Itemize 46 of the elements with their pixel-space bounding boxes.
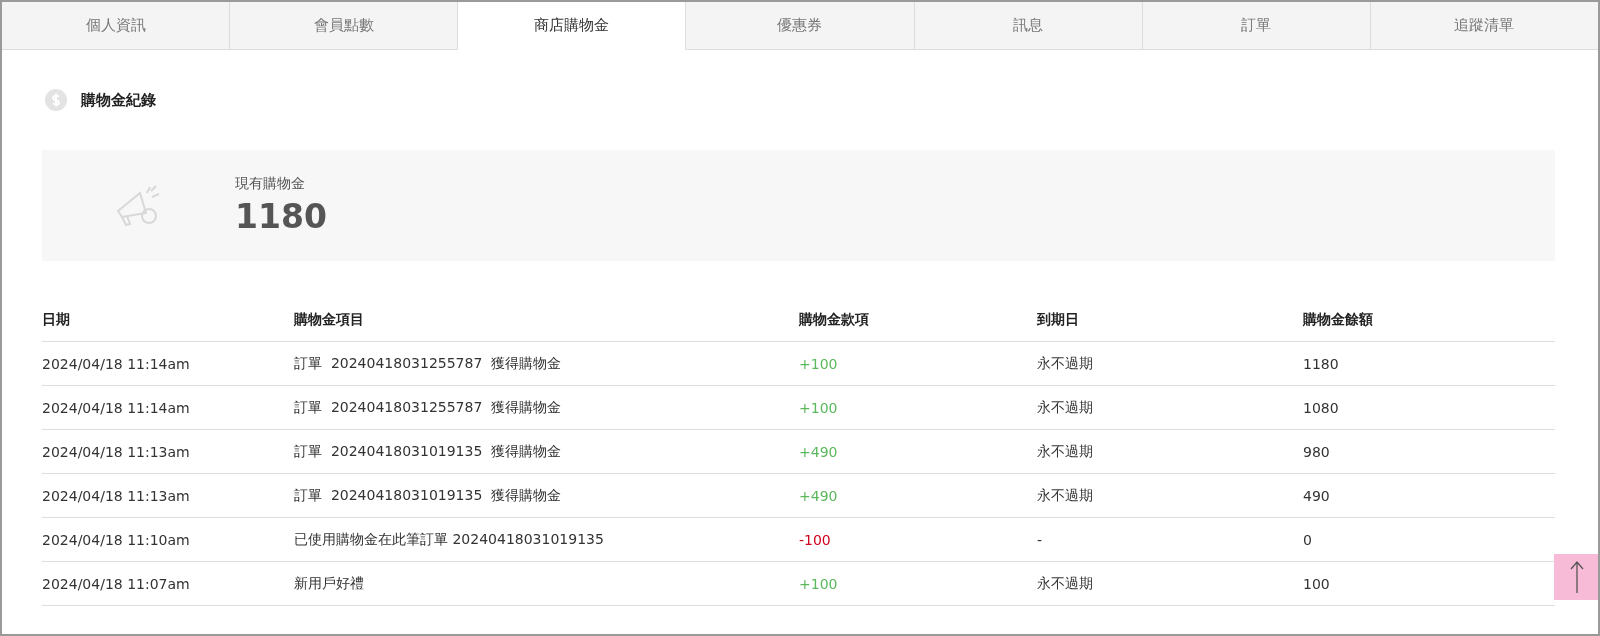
back-to-top-button[interactable] <box>1554 554 1598 600</box>
column-header: 購物金款項 <box>799 299 1037 342</box>
amount-cell: -100 <box>799 517 1037 562</box>
expiry-cell: - <box>1037 517 1303 562</box>
balance-cell: 490 <box>1303 473 1555 518</box>
expiry-cell: 永不過期 <box>1037 473 1303 518</box>
balance-cell: 0 <box>1303 517 1555 562</box>
up-arrow-icon <box>1570 560 1584 594</box>
date-cell: 2024/04/18 11:13am <box>42 473 294 518</box>
balance-cell: 980 <box>1303 429 1555 474</box>
tab[interactable]: 個人資訊 <box>2 2 231 50</box>
item-cell: 新用戶好禮 <box>294 561 799 606</box>
tab[interactable]: 訂單 <box>1142 2 1371 50</box>
amount-cell: +490 <box>799 429 1037 474</box>
section-title: 購物金紀錄 <box>81 90 156 110</box>
date-cell: 2024/04/18 11:14am <box>42 385 294 430</box>
expiry-cell: 永不過期 <box>1037 561 1303 606</box>
date-cell: 2024/04/18 11:07am <box>42 561 294 606</box>
item-cell: 訂單 20240418031255787 獲得購物金 <box>294 341 799 386</box>
tab[interactable]: 會員點數 <box>230 2 459 50</box>
date-cell: 2024/04/18 11:10am <box>42 517 294 562</box>
amount-cell: +100 <box>799 341 1037 386</box>
item-cell: 訂單 20240418031019135 獲得購物金 <box>294 473 799 518</box>
tab[interactable]: 追蹤清單 <box>1370 2 1598 50</box>
amount-cell: +100 <box>799 385 1037 430</box>
column-header: 購物金項目 <box>294 299 799 342</box>
tab[interactable]: 優惠券 <box>686 2 915 50</box>
balance-cell: 1080 <box>1303 385 1555 430</box>
balance-cell: 1180 <box>1303 341 1555 386</box>
expiry-cell: 永不過期 <box>1037 385 1303 430</box>
column-header: 日期 <box>42 299 294 342</box>
column-header: 到期日 <box>1037 299 1303 342</box>
expiry-cell: 永不過期 <box>1037 341 1303 386</box>
amount-cell: +100 <box>799 561 1037 606</box>
item-cell: 訂單 20240418031019135 獲得購物金 <box>294 429 799 474</box>
date-cell: 2024/04/18 11:13am <box>42 429 294 474</box>
balance-label: 現有購物金 <box>235 175 306 193</box>
balance-value: 1180 <box>235 197 327 236</box>
tab[interactable]: 訊息 <box>914 2 1143 50</box>
dollar-icon <box>45 89 67 111</box>
amount-cell: +490 <box>799 473 1037 518</box>
item-cell: 已使用購物金在此筆訂單 20240418031019135 <box>294 517 799 562</box>
date-cell: 2024/04/18 11:14am <box>42 341 294 386</box>
expiry-cell: 永不過期 <box>1037 429 1303 474</box>
item-cell: 訂單 20240418031255787 獲得購物金 <box>294 385 799 430</box>
column-header: 購物金餘額 <box>1303 299 1555 342</box>
